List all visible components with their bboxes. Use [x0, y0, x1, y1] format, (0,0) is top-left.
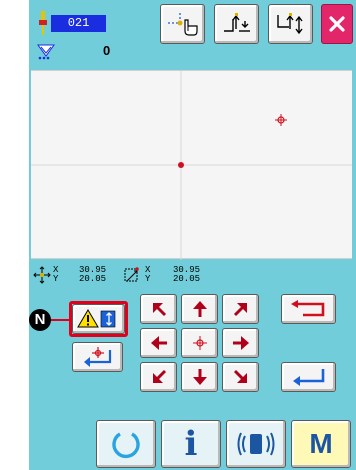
pos-y-label: Y: [53, 274, 59, 284]
arrow-down-icon: [192, 369, 207, 385]
info-icon: i: [184, 424, 198, 464]
cursor-crosshair: [275, 114, 287, 126]
origin-crosshair-icon: [192, 336, 207, 350]
point-select-button[interactable]: [160, 4, 205, 44]
needle-number-field[interactable]: 021: [51, 15, 106, 32]
arrow-right-icon: [232, 336, 249, 350]
jog-down-left-button[interactable]: [140, 362, 177, 392]
communication-icon: [237, 432, 275, 456]
return-origin-icon: [83, 347, 111, 367]
feed-forward-button[interactable]: [214, 4, 259, 44]
jog-down-button[interactable]: [181, 362, 218, 392]
pattern-canvas[interactable]: [31, 70, 352, 260]
arrow-up-left-icon: [152, 303, 166, 317]
mode-button[interactable]: M: [291, 420, 351, 468]
callout-marker: N: [29, 309, 51, 331]
back-button[interactable]: [281, 294, 336, 324]
enter-button[interactable]: [281, 362, 336, 392]
feed-forward-icon: [223, 13, 250, 32]
feed-back-icon: [276, 13, 303, 35]
needle-indicator-icon: [39, 11, 47, 35]
point-select-icon: [167, 13, 198, 36]
jog-right-button[interactable]: [222, 328, 259, 358]
stitch-count-icon: [37, 44, 55, 60]
coordinate-readout: X Y 30.95 20.05 X Y 30.95 20.05: [29, 259, 356, 289]
origin-point: [178, 162, 184, 168]
return-arrow-icon: [290, 300, 324, 317]
mode-icon: M: [309, 428, 333, 459]
close-button[interactable]: [321, 4, 353, 44]
close-icon: [329, 16, 345, 32]
jog-up-right-button[interactable]: [222, 294, 259, 324]
move-position-icon: [33, 266, 51, 284]
reset-icon: [112, 432, 140, 459]
arrow-left-icon: [150, 336, 167, 350]
arrow-up-right-icon: [233, 303, 247, 317]
callout-highlight: [69, 301, 128, 337]
jog-down-right-button[interactable]: [222, 362, 259, 392]
device-screen: 021 0 i M: [29, 0, 356, 470]
size-y-value: 20.05: [173, 274, 201, 284]
jog-origin-button[interactable]: [181, 328, 218, 358]
return-origin-button[interactable]: [72, 342, 123, 372]
arrow-down-right-icon: [233, 369, 247, 383]
arrow-up-icon: [192, 301, 207, 317]
jog-up-left-button[interactable]: [140, 294, 177, 324]
jog-left-button[interactable]: [140, 328, 177, 358]
enter-icon: [292, 369, 324, 386]
jog-up-button[interactable]: [181, 294, 218, 324]
info-button[interactable]: i: [161, 420, 221, 468]
pos-y-value: 20.05: [79, 274, 107, 284]
stitch-count-value: 0: [103, 43, 111, 58]
arrow-down-left-icon: [152, 369, 166, 383]
size-icon: [124, 267, 139, 282]
size-y-label: Y: [145, 274, 151, 284]
reset-button[interactable]: [96, 420, 156, 468]
feed-back-button[interactable]: [268, 4, 313, 44]
communication-button[interactable]: [226, 420, 286, 468]
